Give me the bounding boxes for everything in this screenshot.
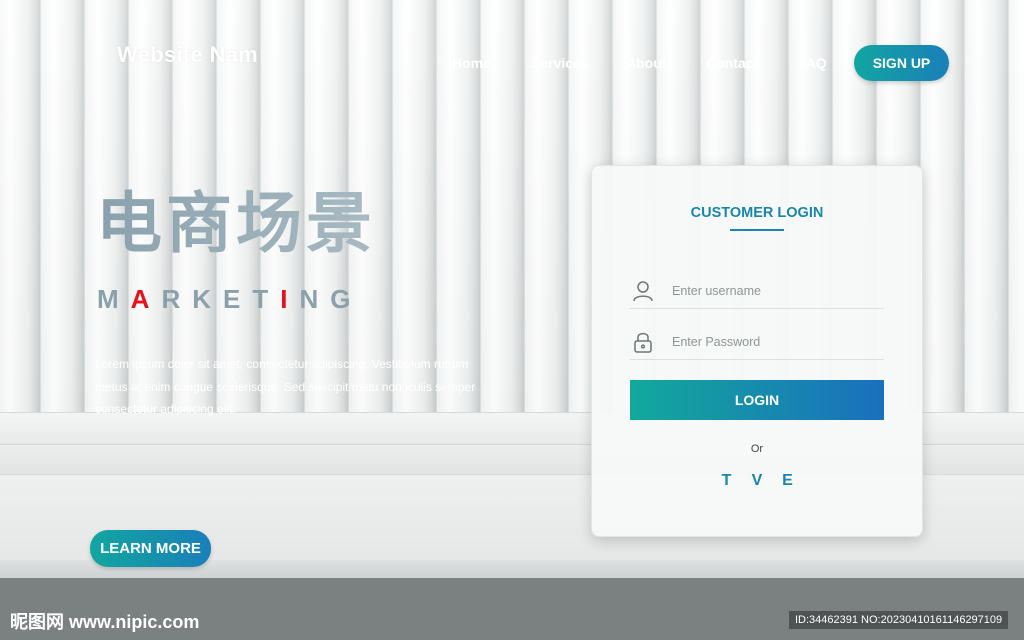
subtitle-part: RKET [161,284,281,314]
user-icon [632,279,654,303]
watermark-id: ID:34462391 NO:20230410161146297109 [789,611,1009,629]
subtitle-part: NG [299,284,363,314]
password-field [630,325,884,360]
username-field [630,274,884,309]
login-card: CUSTOMER LOGIN LOGIN Or T V E [591,165,923,537]
subtitle-highlight: A [130,284,162,314]
username-input[interactable] [672,280,872,302]
login-button[interactable]: LOGIN [630,380,884,420]
hero-subtitle: MARKETING [97,284,362,315]
social-link-t[interactable]: T [714,472,740,490]
hero-body-text: Lorem ipsum dolor sit amet, consectetur … [95,357,476,416]
site-brand[interactable]: Website Nam [117,42,258,68]
subtitle-highlight: I [280,284,300,314]
subtitle-part: M [97,284,131,314]
social-link-e[interactable]: E [774,472,800,490]
or-separator: Or [750,443,764,455]
social-link-v[interactable]: V [744,472,770,490]
sign-up-button[interactable]: SIGN UP [854,45,949,81]
login-title: CUSTOMER LOGIN [690,205,824,221]
social-links: T V E [592,472,922,490]
nav-faq[interactable]: FAQ [798,55,827,71]
learn-more-button[interactable]: LEARN MORE [90,530,211,567]
watermark-logo: 昵图网 www.nipic.com [10,612,200,632]
nav-home[interactable]: Home [452,55,491,71]
nav-contact[interactable]: Contact [706,55,758,71]
hero-title: 电商场景 [96,186,376,260]
nav-services[interactable]: Services [531,55,589,71]
lock-icon [632,330,654,354]
title-underline [730,229,784,231]
password-input[interactable] [672,331,872,353]
nav-about[interactable]: About [626,55,666,71]
